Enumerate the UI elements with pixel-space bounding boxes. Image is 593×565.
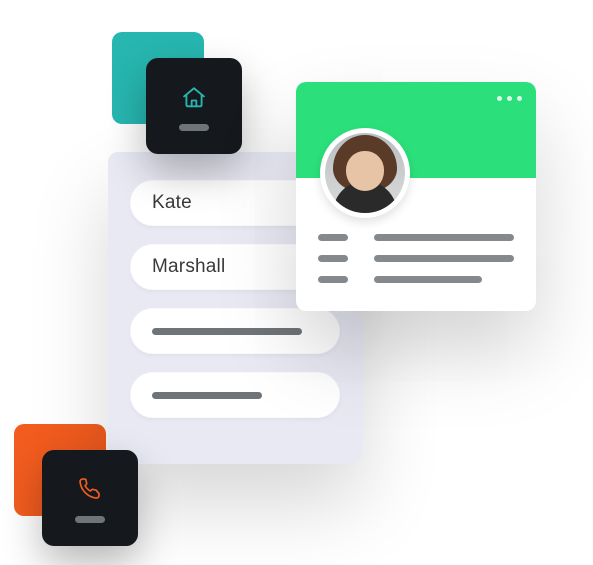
input-last-name-value: Marshall bbox=[152, 256, 225, 278]
placeholder-bar bbox=[75, 516, 105, 523]
placeholder-bar bbox=[374, 276, 482, 283]
placeholder-bar bbox=[152, 392, 262, 399]
placeholder-bar bbox=[318, 255, 348, 262]
placeholder-bar bbox=[152, 328, 302, 335]
input-placeholder-2[interactable] bbox=[130, 372, 340, 418]
input-placeholder-1[interactable] bbox=[130, 308, 340, 354]
placeholder-bar bbox=[374, 255, 514, 262]
tile-phone[interactable] bbox=[42, 450, 138, 546]
tile-home[interactable] bbox=[146, 58, 242, 154]
placeholder-bar bbox=[179, 124, 209, 131]
input-first-name-value: Kate bbox=[152, 192, 192, 214]
placeholder-bar bbox=[318, 276, 348, 283]
profile-card bbox=[296, 82, 536, 311]
phone-icon bbox=[75, 474, 105, 504]
avatar[interactable] bbox=[320, 128, 410, 218]
home-icon bbox=[179, 82, 209, 112]
more-icon[interactable] bbox=[497, 96, 522, 101]
profile-card-header bbox=[296, 82, 536, 178]
placeholder-bar bbox=[318, 234, 348, 241]
placeholder-bar bbox=[374, 234, 514, 241]
